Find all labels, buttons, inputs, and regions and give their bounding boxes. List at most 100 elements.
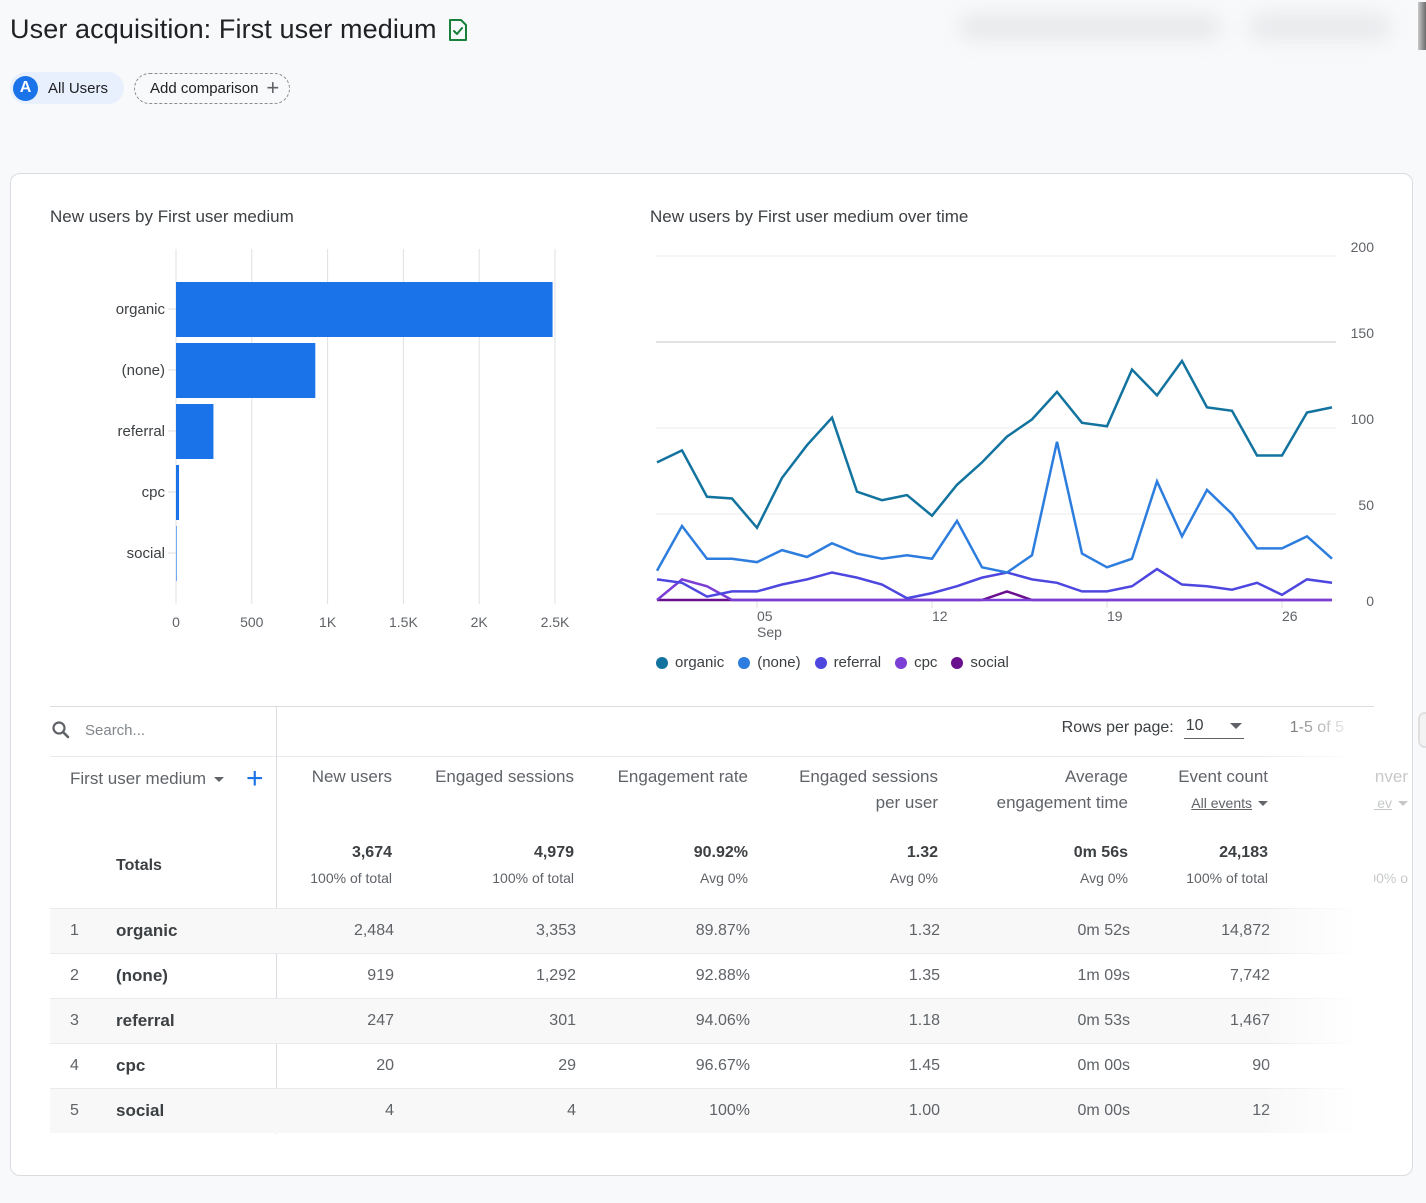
table-row[interactable]: 3 referral 247 301 94.06% 1.18 0m 53s 1,467 [50, 998, 1374, 1043]
legend-item[interactable]: referral [814, 654, 882, 671]
line-chart-legend: organic (none) referral cpc social [656, 654, 1009, 671]
row-dimension-value[interactable]: social [116, 1101, 164, 1121]
column-header[interactable]: Engaged sessions per user [799, 764, 938, 816]
event-filter-select[interactable]: All events [1191, 790, 1268, 816]
report-card: New users by First user medium New users… [10, 173, 1413, 1176]
row-dimension-value[interactable]: (none) [116, 966, 168, 986]
series-line-referral[interactable] [656, 567, 1333, 600]
rows-per-page-label: Rows per page: [1061, 719, 1174, 736]
bar-chart-title: New users by First user medium [50, 207, 294, 226]
table-search[interactable] [51, 720, 263, 740]
row-metric-cell: 0m 00s [1077, 1102, 1130, 1119]
bar-cpc[interactable] [176, 465, 180, 520]
row-metric-cell: 1.00 [908, 1102, 940, 1119]
page-title-text: User acquisition: First user medium [10, 14, 437, 44]
x-tick-label: 12 [932, 608, 948, 624]
totals-label: Totals [116, 857, 162, 874]
totals-subtext: 100% of total [492, 870, 574, 886]
legend-label: referral [833, 654, 882, 671]
x-tick-label: 2.5K [541, 614, 570, 630]
row-metric-cell: 7,742 [1229, 967, 1270, 984]
column-header-label-line2: engagement time [996, 793, 1128, 812]
table-row[interactable]: 5 social 4 4 100% 1.00 0m 00s 12 [50, 1088, 1374, 1133]
column-header[interactable]: Engaged sessions [435, 764, 574, 790]
row-dimension-value[interactable]: organic [116, 921, 177, 941]
bar-organic[interactable] [176, 282, 553, 337]
legend-label: organic [675, 654, 725, 671]
row-metric-cell: 29 [558, 1057, 576, 1074]
row-metric-cell: 96.67% [695, 1057, 750, 1074]
legend-label: (none) [757, 654, 801, 671]
bar-referral[interactable] [176, 404, 214, 459]
bar-social[interactable] [176, 526, 177, 581]
column-header[interactable]: Engagement rate [618, 764, 748, 790]
event-filter-select[interactable]: All ev [1358, 790, 1408, 816]
column-header[interactable]: Event count All events [1178, 764, 1268, 816]
series-line-social[interactable] [657, 590, 1332, 602]
all-users-chip[interactable]: A All Users [10, 72, 125, 104]
category-label: organic [116, 301, 166, 318]
table-row[interactable]: 2 (none) 919 1,292 92.88% 1.35 1m 09s 7,742 [50, 953, 1374, 998]
rows-per-page-select[interactable]: 10 [1183, 717, 1244, 739]
table-top-divider [50, 706, 1374, 707]
bar-chart: 0 500 1K 1.5K 2K 2.5K organic (none) referral cpc… [116, 249, 570, 630]
page-title: User acquisition: First user medium [10, 14, 469, 45]
pagination: Rows per page: 10 1-5 of 5 [1062, 717, 1344, 739]
chevron-down-icon [1258, 800, 1268, 806]
x-tick-label: 19 [1107, 608, 1123, 624]
search-input[interactable] [83, 720, 263, 740]
row-metric-cell: 92.88% [695, 967, 750, 984]
add-dimension-plus-icon[interactable]: + [246, 764, 264, 794]
report-check-icon[interactable] [447, 18, 469, 42]
totals-value: 90.92% [693, 844, 748, 861]
table-row[interactable]: 1 organic 2,484 3,353 89.87% 1.32 0m 52s 14,872 [50, 908, 1374, 953]
row-index: 5 [70, 1102, 79, 1119]
totals-subtext: 100% o [1360, 870, 1408, 886]
row-metric-cell: 1m 09s [1077, 967, 1130, 984]
legend-label: social [970, 654, 1009, 671]
row-index: 2 [70, 967, 79, 984]
y-tick-label: 100 [1351, 411, 1375, 427]
add-comparison-label: Add comparison [150, 79, 259, 97]
rows-per-page-value: 10 [1185, 717, 1204, 734]
side-panel-handle[interactable] [1418, 712, 1426, 748]
row-metric-cell: 919 [367, 967, 394, 984]
legend-dot-icon [656, 656, 668, 669]
x-tick-label: 1K [319, 614, 337, 630]
legend-item[interactable]: social [951, 654, 1009, 671]
x-tick-label: 0 [172, 614, 180, 630]
add-comparison-button[interactable]: Add comparison + [134, 72, 291, 104]
column-header-label: Engaged sessions [799, 767, 938, 786]
row-index: 3 [70, 1012, 79, 1029]
row-dimension-value[interactable]: cpc [116, 1056, 145, 1076]
row-metric-cell: 1.45 [908, 1057, 940, 1074]
column-header[interactable]: New users [312, 764, 392, 790]
row-metric-cell: 0m 52s [1077, 922, 1130, 939]
series-line-none[interactable] [655, 441, 1333, 574]
legend-dot-icon [951, 656, 964, 669]
row-metric-cell: 1.18 [908, 1012, 940, 1029]
row-metric-cell: 14,872 [1221, 922, 1270, 939]
totals-value: 24,183 [1219, 844, 1268, 861]
dimension-header[interactable]: First user medium + [70, 764, 264, 794]
column-header[interactable]: Conver All ev [1353, 764, 1408, 816]
column-header[interactable]: Average engagement time [997, 764, 1128, 816]
column-header-label-line2: per user [875, 793, 938, 812]
table-row[interactable]: 4 cpc 20 29 96.67% 1.45 0m 00s 90 [50, 1043, 1374, 1088]
legend-item[interactable]: cpc [895, 654, 937, 671]
legend-item[interactable]: (none) [738, 654, 801, 671]
row-index: 1 [70, 922, 79, 939]
x-tick-label: 500 [240, 614, 264, 630]
totals-cell: 3,674 100% of total [310, 844, 392, 886]
legend-item[interactable]: organic [656, 654, 724, 671]
row-dimension-value[interactable]: referral [116, 1011, 175, 1031]
series-line-organic[interactable] [656, 358, 1333, 531]
column-header-label: Engagement rate [617, 767, 748, 786]
bar-none[interactable] [176, 343, 316, 398]
blurred-toolbar [940, 4, 1426, 50]
x-tick-label: 26 [1282, 608, 1298, 624]
column-header-label: Engaged sessions [435, 767, 574, 786]
event-filter-label: All ev [1357, 795, 1392, 811]
totals-cell: 90.92% Avg 0% [694, 844, 748, 886]
row-metric-cell: 2,484 [353, 922, 394, 939]
